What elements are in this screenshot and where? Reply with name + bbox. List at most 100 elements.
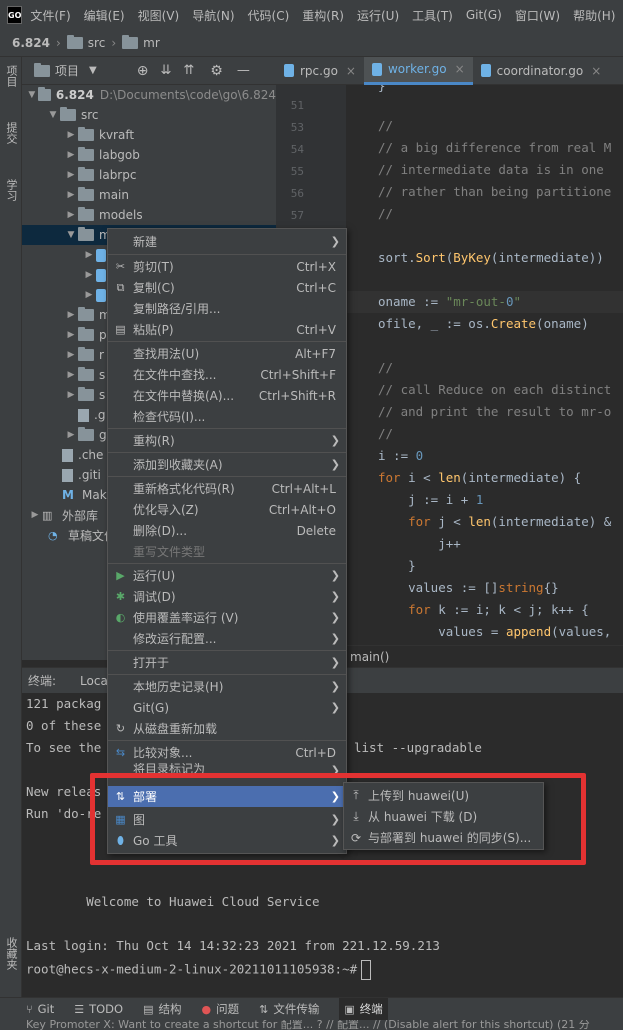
menu-item-optimize-imports[interactable]: 优化导入(Z) Ctrl+Alt+O — [108, 499, 346, 520]
menu-file[interactable]: 文件(F) — [30, 7, 70, 24]
menu-run[interactable]: 运行(U) — [357, 7, 399, 24]
toolwindow-learn[interactable]: 学习 — [3, 179, 19, 201]
toolwindow-favorites[interactable]: 收藏夹 — [3, 937, 19, 970]
code-line: ofile, _ := os.Create(oname) — [378, 316, 589, 331]
breadcrumb-src[interactable]: src — [88, 36, 106, 50]
toolwindow-project[interactable]: 项目 — [3, 65, 19, 87]
menu-item-cut[interactable]: ✂ 剪切(T) Ctrl+X — [108, 256, 346, 277]
menu-item-find-in-files[interactable]: 在文件中查找... Ctrl+Shift+F — [108, 364, 346, 385]
menu-item-copy-path[interactable]: 复制路径/引用... — [108, 298, 346, 319]
toolwindow-terminal[interactable]: ▣ 终端 — [339, 998, 388, 1020]
menu-item-modify-run-config[interactable]: 修改运行配置... ❯ — [108, 628, 346, 649]
chevron-down-icon[interactable]: ▼ — [26, 90, 38, 100]
chevron-right-icon[interactable]: ▶ — [82, 270, 96, 280]
toolwindow-git[interactable]: ⑂ Git — [26, 1002, 54, 1016]
menu-item-reload-from-disk[interactable]: ↻ 从磁盘重新加载 — [108, 718, 346, 739]
menu-item-git[interactable]: Git(G) ❯ — [108, 697, 346, 718]
chevron-right-icon[interactable]: ▶ — [64, 430, 78, 440]
chevron-right-icon[interactable]: ▶ — [64, 190, 78, 200]
tree-item-labgob[interactable]: ▶ labgob — [22, 145, 276, 165]
menu-item-compare-with[interactable]: ⇆ 比较对象... Ctrl+D — [108, 742, 346, 763]
problems-icon: ● — [201, 1002, 212, 1016]
chevron-right-icon[interactable]: ▶ — [64, 350, 78, 360]
menu-window[interactable]: 窗口(W) — [515, 7, 560, 24]
close-icon[interactable]: × — [591, 64, 601, 78]
code-line: i := 0 — [378, 448, 424, 463]
close-icon[interactable]: × — [346, 64, 356, 78]
toolwindow-label: 文件传输 — [273, 1002, 320, 1016]
expand-all-icon[interactable]: ⇊ — [160, 63, 171, 78]
chevron-right-icon[interactable]: ▶ — [64, 370, 78, 380]
chevron-right-icon[interactable]: ▶ — [64, 150, 78, 160]
tree-item-main[interactable]: ▶ main — [22, 185, 276, 205]
tab-label: rpc.go — [300, 63, 338, 78]
menu-item-add-to-favorites[interactable]: 添加到收藏夹(A) ❯ — [108, 454, 346, 475]
chevron-right-icon: › — [55, 36, 61, 50]
toolwindow-todo[interactable]: ☰ TODO — [74, 1002, 123, 1016]
menu-edit[interactable]: 编辑(E) — [84, 7, 125, 24]
project-panel-title[interactable]: 项目 — [55, 62, 79, 79]
menu-item-run-with-coverage[interactable]: ◐ 使用覆盖率运行 (V) ❯ — [108, 607, 346, 628]
chevron-right-icon[interactable]: ▶ — [28, 510, 42, 520]
code-line: for i < len(intermediate) { — [378, 470, 582, 485]
menu-item-reformat-code[interactable]: 重新格式化代码(R) Ctrl+Alt+L — [108, 478, 346, 499]
menu-item-open-in[interactable]: 打开于 ❯ — [108, 652, 346, 673]
chevron-down-icon[interactable]: ▼ — [89, 65, 97, 76]
chevron-right-icon[interactable]: ▶ — [64, 390, 78, 400]
toolwindow-file-transfer[interactable]: ⇅ 文件传输 — [259, 1001, 319, 1017]
chevron-down-icon[interactable]: ▼ — [64, 230, 78, 240]
gear-icon[interactable]: ⚙ — [210, 63, 223, 79]
chevron-right-icon[interactable]: ▶ — [82, 250, 96, 260]
menu-item-copy[interactable]: ⧉ 复制(C) Ctrl+C — [108, 277, 346, 298]
breadcrumb-project[interactable]: 6.824 — [12, 36, 50, 50]
menu-item-refactor[interactable]: 重构(R) ❯ — [108, 430, 346, 451]
code-line: j := i + 1 — [378, 492, 484, 507]
collapse-all-icon[interactable]: ⇈ — [183, 63, 194, 78]
toolwindow-commit[interactable]: 提交 — [3, 122, 19, 144]
chevron-down-icon[interactable]: ▼ — [46, 110, 60, 120]
chevron-right-icon[interactable]: ▶ — [64, 130, 78, 140]
menu-help[interactable]: 帮助(H) — [573, 7, 615, 24]
menu-navigate[interactable]: 导航(N) — [192, 7, 234, 24]
tree-item-labrpc[interactable]: ▶ labrpc — [22, 165, 276, 185]
tree-root[interactable]: ▼ 6.824 D:\Documents\code\go\6.824 — [22, 85, 276, 105]
menu-separator — [108, 428, 346, 429]
toolwindow-commit-label: 提交 — [5, 122, 18, 144]
menu-item-debug[interactable]: ✱ 调试(D) ❯ — [108, 586, 346, 607]
menu-code[interactable]: 代码(C) — [248, 7, 290, 24]
chevron-right-icon[interactable]: ▶ — [64, 170, 78, 180]
menu-view[interactable]: 视图(V) — [138, 7, 180, 24]
menu-item-inspect-code[interactable]: 检查代码(I)... — [108, 406, 346, 427]
tree-item-src[interactable]: ▼ src — [22, 105, 276, 125]
menu-item-new[interactable]: 新建 ❯ — [108, 231, 346, 252]
menu-item-label: 复制(C) — [133, 281, 175, 295]
chevron-right-icon[interactable]: ▶ — [64, 210, 78, 220]
close-icon[interactable]: × — [455, 62, 465, 76]
terminal-line: Last login: Thu Oct 14 14:32:23 2021 fro… — [26, 938, 440, 953]
toolwindow-structure[interactable]: ▤ 结构 — [143, 1001, 181, 1017]
menu-separator — [108, 341, 346, 342]
tree-item-models[interactable]: ▶ models — [22, 205, 276, 225]
tab-coordinator-go[interactable]: coordinator.go × — [473, 57, 610, 85]
menu-item-delete[interactable]: 删除(D)... Delete — [108, 520, 346, 541]
breadcrumb-mr[interactable]: mr — [143, 36, 160, 50]
menu-item-find-usages[interactable]: 查找用法(U) Alt+F7 — [108, 343, 346, 364]
menu-refactor[interactable]: 重构(R) — [302, 7, 344, 24]
tree-item-kvraft[interactable]: ▶ kvraft — [22, 125, 276, 145]
tab-rpc-go[interactable]: rpc.go × — [276, 57, 364, 85]
menu-git[interactable]: Git(G) — [466, 8, 502, 22]
function-breadcrumb[interactable]: main() — [350, 650, 389, 664]
menu-item-run[interactable]: ▶ 运行(U) ❯ — [108, 565, 346, 586]
chevron-right-icon[interactable]: ▶ — [64, 310, 78, 320]
file-transfer-icon: ⇅ — [259, 1002, 269, 1016]
menu-tools[interactable]: 工具(T) — [412, 7, 453, 24]
menu-item-local-history[interactable]: 本地历史记录(H) ❯ — [108, 676, 346, 697]
hide-icon[interactable]: — — [237, 63, 250, 78]
menu-item-paste[interactable]: ▤ 粘贴(P) Ctrl+V — [108, 319, 346, 340]
menu-item-replace-in-files[interactable]: 在文件中替换(A)... Ctrl+Shift+R — [108, 385, 346, 406]
chevron-right-icon[interactable]: ▶ — [82, 290, 96, 300]
chevron-right-icon[interactable]: ▶ — [64, 330, 78, 340]
locate-icon[interactable]: ⊕ — [137, 63, 149, 79]
toolwindow-problems[interactable]: ● 问题 — [202, 1001, 240, 1017]
tab-worker-go[interactable]: worker.go × — [363, 56, 473, 85]
